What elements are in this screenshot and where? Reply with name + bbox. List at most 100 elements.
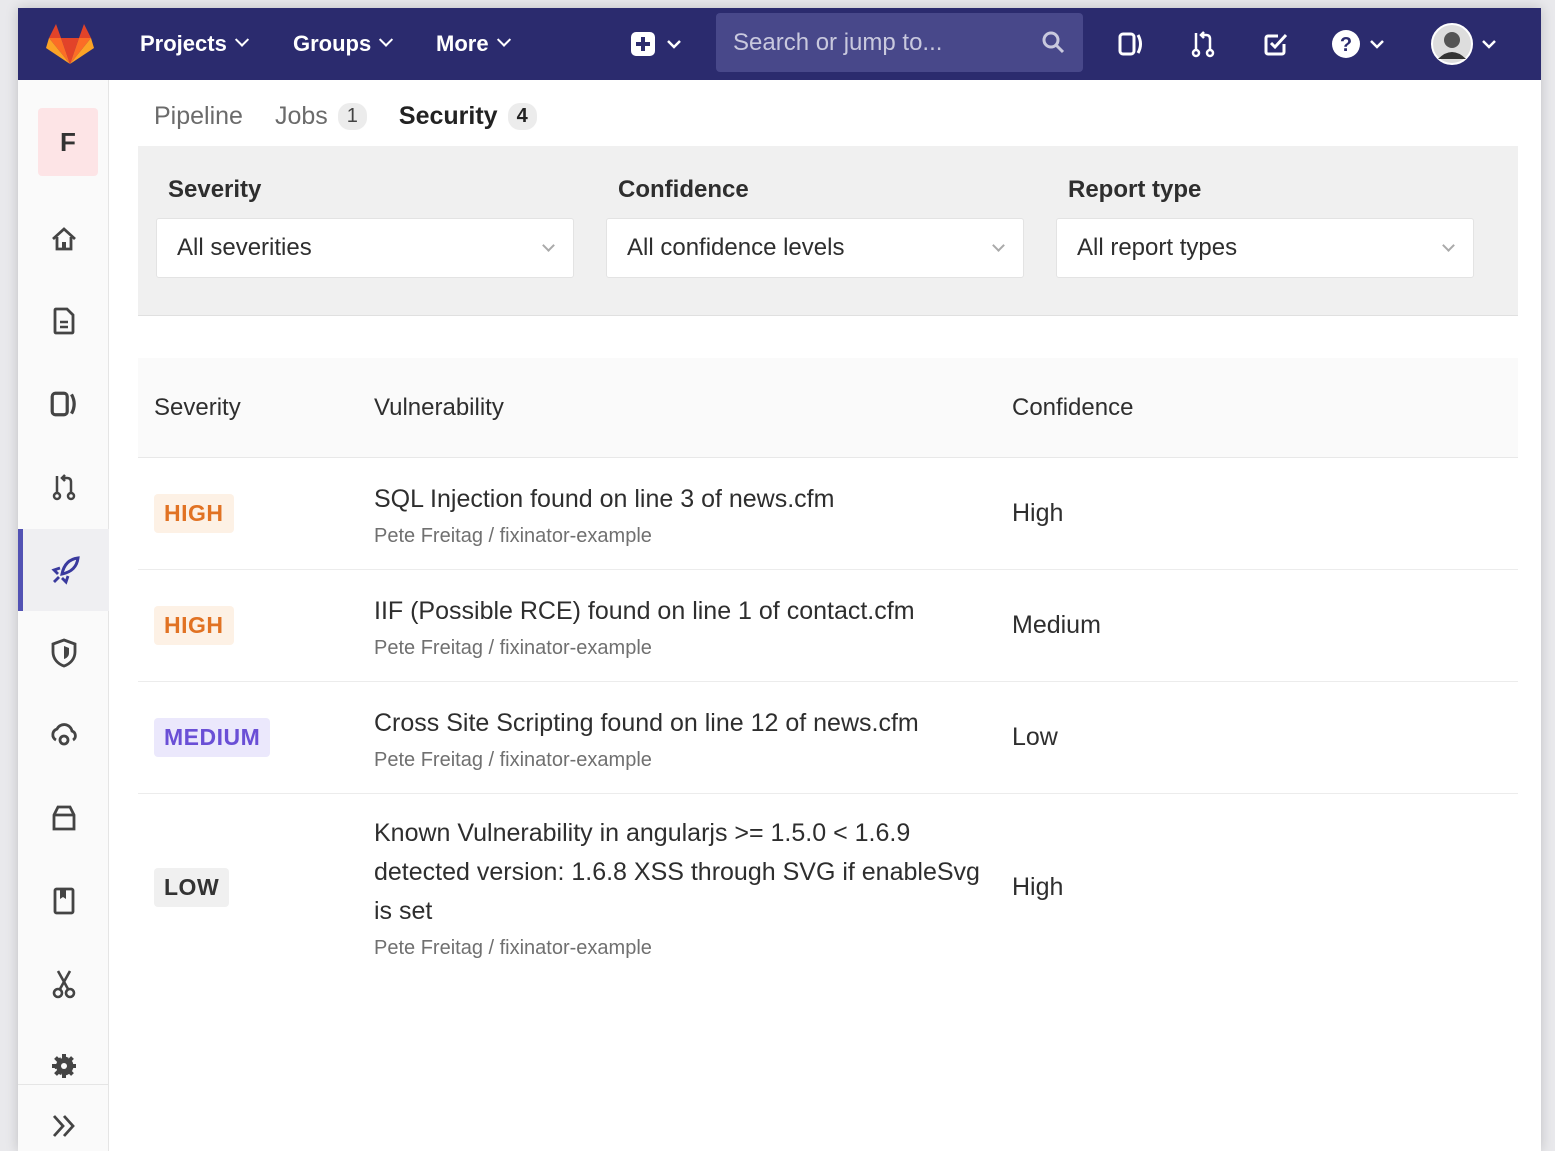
report-type-select[interactable]: All report types: [1056, 218, 1474, 278]
issues-nav-button[interactable]: [1113, 26, 1149, 62]
nav-projects-label: Projects: [140, 31, 227, 56]
confidence-value: Medium: [1012, 611, 1101, 639]
severity-badge: MEDIUM: [154, 718, 271, 757]
vulnerability-title-link[interactable]: SQL Injection found on line 3 of news.cf…: [374, 480, 996, 519]
search-placeholder: Search or jump to...: [733, 28, 943, 56]
collapse-sidebar-button[interactable]: [18, 1084, 109, 1151]
vulnerabilities-table: Severity Vulnerability Confidence HIGH S…: [138, 358, 1518, 980]
confidence-filter: Confidence All confidence levels: [606, 176, 1024, 278]
tab-pipeline-label: Pipeline: [154, 101, 243, 130]
table-row[interactable]: HIGH IIF (Possible RCE) found on line 1 …: [138, 570, 1518, 682]
chevron-down-icon: [234, 32, 249, 47]
report-type-filter: Report type All report types: [1056, 176, 1474, 278]
confidence-select[interactable]: All confidence levels: [606, 218, 1024, 278]
help-dropdown-button[interactable]: ?: [1328, 26, 1388, 62]
vulnerability-project: Pete Freitag / fixinator-example: [374, 748, 652, 771]
project-letter: F: [60, 126, 76, 157]
vulnerability-project: Pete Freitag / fixinator-example: [374, 937, 652, 959]
issues-icon: [50, 391, 76, 417]
severity-filter: Severity All severities: [156, 176, 574, 278]
search-input[interactable]: Search or jump to...: [716, 13, 1083, 72]
nav-groups[interactable]: Groups: [293, 8, 394, 80]
severity-badge: HIGH: [154, 494, 234, 533]
confidence-value: High: [1012, 499, 1064, 527]
top-navbar: Projects Groups More Search or jump to..…: [18, 8, 1541, 80]
gear-icon: [51, 1054, 76, 1078]
vulnerability-title-link[interactable]: Known Vulnerability in angularjs >= 1.5.…: [374, 814, 996, 931]
project-avatar[interactable]: F: [38, 108, 98, 176]
book-icon: [53, 887, 74, 915]
severity-select-value: All severities: [177, 234, 312, 261]
nav-projects[interactable]: Projects: [140, 8, 249, 80]
tab-jobs-label: Jobs: [274, 101, 328, 130]
todo-check-icon: [1264, 33, 1288, 56]
nav-groups-label: Groups: [293, 31, 372, 56]
nav-more[interactable]: More: [436, 8, 511, 80]
svg-text:?: ?: [1340, 34, 1352, 56]
shield-icon: [51, 638, 76, 668]
chevron-down-icon: [379, 32, 394, 47]
header-severity: Severity: [154, 393, 241, 421]
report-type-filter-label: Report type: [1068, 176, 1202, 203]
sidebar-item-cicd[interactable]: [18, 529, 109, 611]
chevron-down-icon: [1370, 40, 1384, 49]
file-icon: [53, 307, 74, 335]
search-icon: [1042, 31, 1065, 54]
sidebar-item-issues[interactable]: [18, 363, 109, 445]
sidebar-item-packages[interactable]: [18, 777, 109, 859]
sidebar-item-security[interactable]: [18, 612, 109, 694]
sidebar-item-home[interactable]: [18, 198, 109, 280]
table-row[interactable]: MEDIUM Cross Site Scripting found on lin…: [138, 682, 1518, 794]
home-icon: [51, 227, 76, 251]
vulnerability-project: Pete Freitag / fixinator-example: [374, 636, 652, 659]
severity-badge: LOW: [154, 867, 230, 907]
chevron-down-icon: [992, 239, 1005, 252]
todos-nav-button[interactable]: [1258, 26, 1294, 62]
severity-badge: HIGH: [154, 606, 234, 645]
vulnerability-title-link[interactable]: Cross Site Scripting found on line 12 of…: [374, 704, 996, 743]
plus-square-icon: [631, 32, 655, 56]
sidebar-item-repository[interactable]: [18, 280, 109, 362]
confidence-value: High: [1012, 872, 1064, 901]
gitlab-logo-icon[interactable]: [46, 22, 94, 66]
severity-select[interactable]: All severities: [156, 218, 574, 278]
header-confidence: Confidence: [1012, 393, 1134, 421]
cloud-gear-icon: [50, 723, 77, 746]
tab-pipeline[interactable]: Pipeline: [138, 80, 259, 152]
project-sidebar: F: [18, 80, 109, 1151]
new-dropdown-button[interactable]: [626, 26, 686, 62]
sidebar-item-snippets[interactable]: [18, 943, 109, 1025]
tab-security[interactable]: Security 4: [382, 80, 553, 152]
app-window: Projects Groups More Search or jump to..…: [18, 8, 1541, 1151]
table-row[interactable]: LOW Known Vulnerability in angularjs >= …: [138, 794, 1518, 980]
user-menu-button[interactable]: [1428, 22, 1500, 66]
table-row[interactable]: HIGH SQL Injection found on line 3 of ne…: [138, 458, 1518, 570]
table-header: Severity Vulnerability Confidence: [138, 358, 1518, 458]
security-count-badge: 4: [507, 102, 537, 130]
nav-more-label: More: [436, 31, 489, 56]
package-icon: [52, 805, 75, 831]
tab-security-label: Security: [398, 101, 498, 130]
confidence-value: Low: [1012, 723, 1058, 751]
issues-icon: [1118, 32, 1142, 56]
rocket-icon: [51, 556, 80, 585]
chevron-down-icon: [1482, 40, 1496, 49]
severity-filter-label: Severity: [168, 176, 262, 203]
chevron-down-icon: [1442, 239, 1455, 252]
sidebar-item-wiki[interactable]: [18, 860, 109, 942]
merge-request-icon: [52, 474, 75, 501]
merge-requests-nav-button[interactable]: [1185, 26, 1221, 62]
chevron-down-icon: [496, 32, 511, 47]
tab-jobs[interactable]: Jobs 1: [259, 80, 383, 152]
sidebar-item-operations[interactable]: [18, 694, 109, 776]
jobs-count-badge: 1: [337, 102, 367, 130]
confidence-filter-label: Confidence: [618, 176, 749, 203]
scissors-icon: [52, 970, 75, 999]
merge-request-icon: [1191, 31, 1215, 58]
report-type-select-value: All report types: [1077, 234, 1238, 261]
header-vulnerability: Vulnerability: [374, 393, 504, 421]
vulnerability-title-link[interactable]: IIF (Possible RCE) found on line 1 of co…: [374, 592, 996, 631]
sidebar-item-merge-requests[interactable]: [18, 446, 109, 528]
confidence-select-value: All confidence levels: [627, 234, 845, 261]
double-chevron-icon: [52, 1114, 75, 1137]
